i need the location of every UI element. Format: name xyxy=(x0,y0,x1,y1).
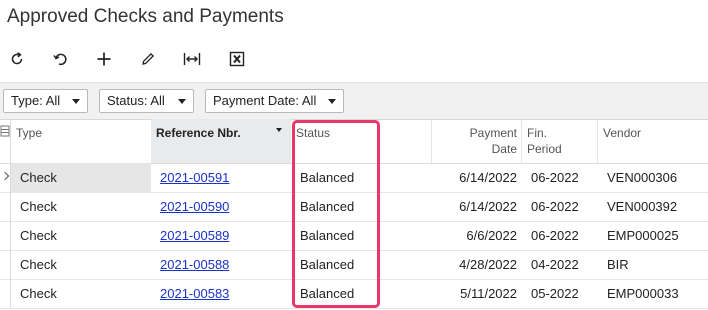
fin-period-cell: 06-2022 xyxy=(531,228,579,243)
column-header-type-label: Type xyxy=(16,126,43,140)
payment-date-filter-label: Payment Date: All xyxy=(213,93,317,108)
export-excel-button[interactable] xyxy=(224,46,250,72)
vendor-cell: VEN000392 xyxy=(607,199,678,214)
edit-icon xyxy=(142,52,155,65)
status-filter[interactable]: Status: All xyxy=(99,89,194,113)
payment-date-header-line1: Payment xyxy=(469,126,517,140)
type-filter-label: Type: All xyxy=(11,93,61,108)
table-row[interactable]: Check 2021-00591 Balanced 6/14/2022 06-2… xyxy=(0,163,708,193)
add-button[interactable] xyxy=(91,46,117,72)
payment-date-header-line2: Date xyxy=(491,142,517,156)
refresh-icon xyxy=(11,52,23,65)
column-header-type[interactable]: Type xyxy=(11,119,151,163)
add-icon xyxy=(97,52,111,66)
sort-descending-icon xyxy=(276,128,282,132)
fin-period-cell: 06-2022 xyxy=(531,170,579,185)
grid-header: Type Reference Nbr. Status Payment Date … xyxy=(0,119,708,164)
fit-columns-button[interactable] xyxy=(179,46,205,72)
payment-date-cell: 6/14/2022 xyxy=(459,199,517,214)
vendor-cell: VEN000306 xyxy=(607,170,678,185)
status-cell: Balanced xyxy=(300,170,355,185)
payment-date-filter[interactable]: Payment Date: All xyxy=(205,89,344,113)
chevron-down-icon xyxy=(178,99,186,104)
fin-period-cell: 06-2022 xyxy=(531,199,579,214)
row-selector[interactable] xyxy=(0,279,11,308)
table-row[interactable]: Check 2021-00588 Balanced 4/28/2022 04-2… xyxy=(0,250,708,280)
row-selector[interactable] xyxy=(0,250,11,279)
payment-date-cell: 5/11/2022 xyxy=(460,286,517,301)
fin-period-header-line1: Fin. xyxy=(527,126,548,140)
type-cell[interactable]: Check xyxy=(11,163,151,192)
export-excel-icon xyxy=(229,51,245,67)
type-filter[interactable]: Type: All xyxy=(3,89,88,113)
reference-link[interactable]: 2021-00583 xyxy=(160,279,229,308)
payment-date-cell: 4/28/2022 xyxy=(459,257,517,272)
column-chooser[interactable] xyxy=(0,119,11,163)
page-title: Approved Checks and Payments xyxy=(7,6,284,27)
filter-bar: Type: All Status: All Payment Date: All xyxy=(0,82,708,120)
column-header-vendor-label: Vendor xyxy=(603,126,642,140)
row-selector[interactable] xyxy=(0,163,11,192)
type-cell[interactable]: Check xyxy=(20,250,57,279)
reference-link[interactable]: 2021-00591 xyxy=(160,163,229,192)
status-cell: Balanced xyxy=(300,199,355,214)
fin-period-cell: 05-2022 xyxy=(531,286,579,301)
status-cell: Balanced xyxy=(300,257,355,272)
column-header-vendor[interactable]: Vendor xyxy=(598,119,708,163)
status-filter-label: Status: All xyxy=(107,93,165,108)
status-cell: Balanced xyxy=(300,228,355,243)
payment-date-cell: 6/14/2022 xyxy=(459,170,517,185)
edit-button[interactable] xyxy=(135,46,161,72)
fit-columns-icon xyxy=(183,53,201,65)
fin-period-cell: 04-2022 xyxy=(531,257,579,272)
table-row[interactable]: Check 2021-00589 Balanced 6/6/2022 06-20… xyxy=(0,221,708,251)
column-header-payment-date[interactable]: Payment Date xyxy=(432,119,521,163)
row-selector[interactable] xyxy=(0,192,11,221)
undo-button[interactable] xyxy=(47,46,73,72)
column-header-payment-date-label: Payment Date xyxy=(470,125,517,157)
reference-link[interactable]: 2021-00588 xyxy=(160,250,229,279)
type-cell[interactable]: Check xyxy=(20,279,57,308)
column-header-fin-period-label: Fin. Period xyxy=(527,125,562,157)
column-header-status[interactable]: Status xyxy=(291,119,431,163)
vendor-cell: EMP000025 xyxy=(607,228,679,243)
reference-link[interactable]: 2021-00590 xyxy=(160,192,229,221)
chevron-right-icon xyxy=(0,171,10,181)
type-cell[interactable]: Check xyxy=(20,192,57,221)
column-header-reference-nbr[interactable]: Reference Nbr. xyxy=(151,119,291,163)
toolbar xyxy=(0,44,260,74)
column-chooser-icon xyxy=(0,125,10,137)
refresh-button[interactable] xyxy=(4,46,30,72)
vendor-cell: BIR xyxy=(607,257,629,272)
payment-date-cell: 6/6/2022 xyxy=(466,228,517,243)
reference-link[interactable]: 2021-00589 xyxy=(160,221,229,250)
column-header-status-label: Status xyxy=(296,126,331,140)
fin-period-header-line2: Period xyxy=(527,142,562,156)
status-cell: Balanced xyxy=(300,286,355,301)
type-cell[interactable]: Check xyxy=(20,221,57,250)
chevron-down-icon xyxy=(72,99,80,104)
table-row[interactable]: Check 2021-00583 Balanced 5/11/2022 05-2… xyxy=(0,279,708,309)
row-selector[interactable] xyxy=(0,221,11,250)
column-header-reference-nbr-label: Reference Nbr. xyxy=(156,126,241,140)
undo-icon xyxy=(53,53,67,66)
table-row[interactable]: Check 2021-00590 Balanced 6/14/2022 06-2… xyxy=(0,192,708,222)
column-header-fin-period[interactable]: Fin. Period xyxy=(522,119,597,163)
chevron-down-icon xyxy=(328,99,336,104)
vendor-cell: EMP000033 xyxy=(607,286,679,301)
